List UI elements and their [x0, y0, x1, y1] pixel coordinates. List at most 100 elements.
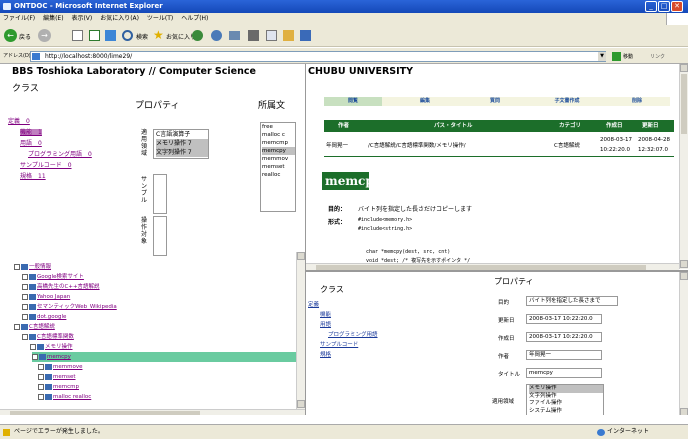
tab-child-doc[interactable]: 子文書作成	[538, 97, 596, 106]
print-icon[interactable]	[248, 30, 259, 41]
related-item[interactable]: memmov	[262, 155, 295, 163]
stop-icon[interactable]	[72, 30, 83, 41]
go-icon[interactable]	[612, 52, 621, 61]
go-label[interactable]: 移動	[623, 53, 633, 60]
tree-node[interactable]: memset	[38, 372, 76, 382]
tree-node[interactable]: C言語解説	[14, 322, 55, 332]
tree-node[interactable]: memcmp	[38, 382, 79, 392]
scroll-up-icon[interactable]	[680, 64, 688, 72]
apply-option-selected[interactable]: メモリ操作 7	[156, 139, 208, 148]
home-icon[interactable]	[105, 30, 116, 41]
scroll-down-icon[interactable]	[680, 260, 688, 268]
author-field[interactable]: 年岡晃一	[526, 350, 602, 360]
expand-icon[interactable]	[38, 383, 44, 390]
menu-favorites[interactable]: お気に入り(A)	[100, 15, 139, 22]
related-item[interactable]: memcmp	[262, 139, 295, 147]
lower-apply-listbox[interactable]: メモリ操作 文字列操作 ファイル操作 システム操作	[526, 384, 604, 415]
back-label[interactable]: 戻る	[19, 32, 31, 41]
tree-node[interactable]: 一般情報	[14, 262, 51, 272]
expand-icon[interactable]	[22, 313, 28, 320]
apply-option[interactable]: システム操作	[529, 408, 603, 416]
title-field[interactable]: memcpy	[526, 368, 602, 378]
refresh-icon[interactable]	[89, 30, 100, 41]
minimize-button[interactable]: _	[645, 1, 657, 12]
class-item[interactable]: 定義 0	[8, 116, 92, 127]
class-item-selected[interactable]: 機能 1	[20, 129, 42, 136]
links-label[interactable]: リンク	[650, 53, 665, 60]
messenger-icon[interactable]	[300, 30, 311, 41]
expand-icon[interactable]	[22, 283, 28, 290]
doc-horizontal-scrollbar[interactable]	[306, 263, 679, 270]
tree-node[interactable]: 高橋先生のC++言語解説	[22, 282, 100, 292]
lower-class-item[interactable]: 用語	[308, 320, 378, 330]
apply-option[interactable]: C言語演算子	[156, 130, 208, 139]
menu-help[interactable]: ヘルプ(H)	[181, 15, 208, 22]
class-item[interactable]: 用語 0	[8, 138, 92, 149]
expand-icon[interactable]	[22, 303, 28, 310]
created-field[interactable]: 2008-03-17 10:22:20.0	[526, 332, 602, 342]
sample-listbox[interactable]	[153, 174, 167, 214]
tab-view[interactable]: 閲覧	[324, 97, 382, 106]
apply-listbox[interactable]: C言語演算子 メモリ操作 7 文字列操作 7	[153, 129, 209, 159]
lower-class-item[interactable]: プログラミング用語	[308, 330, 378, 340]
tree-node[interactable]: memmove	[38, 362, 82, 372]
class-item[interactable]: サンプルコード 0	[8, 160, 92, 171]
scroll-up-icon[interactable]	[297, 252, 305, 260]
expand-icon[interactable]	[22, 273, 28, 280]
menu-tools[interactable]: ツール(T)	[147, 15, 173, 22]
warning-icon[interactable]	[3, 429, 10, 436]
related-item[interactable]: free	[262, 123, 295, 131]
tree-node[interactable]: Yahoo Japan	[22, 292, 70, 302]
tree-node[interactable]: Google検索サイト	[22, 272, 84, 282]
scroll-up-icon[interactable]	[680, 272, 688, 280]
forward-icon[interactable]: →	[38, 29, 51, 42]
maximize-button[interactable]: □	[658, 1, 670, 12]
menu-edit[interactable]: 編集(E)	[43, 15, 63, 22]
tree-node-label[interactable]: memmove	[53, 364, 82, 370]
operation-listbox[interactable]	[153, 216, 167, 256]
lower-class-item[interactable]: 規格	[308, 350, 378, 360]
lower-vertical-scrollbar[interactable]	[679, 272, 688, 415]
tab-question[interactable]: 質問	[466, 97, 524, 106]
tree-node-label[interactable]: memcpy	[47, 354, 71, 360]
tab-edit[interactable]: 編集	[396, 97, 454, 106]
apply-option[interactable]: 文字列操作	[529, 393, 603, 401]
lower-class-item[interactable]: サンプルコード	[308, 340, 378, 350]
tree-node-label[interactable]: メモリ操作	[45, 344, 73, 350]
apply-option-selected[interactable]: メモリ操作	[529, 385, 603, 393]
tree-node-label[interactable]: 高橋先生のC++言語解説	[37, 284, 100, 290]
purpose-field[interactable]: バイト列を指定した長さまで	[526, 296, 618, 306]
expand-icon[interactable]	[38, 393, 44, 400]
expand-icon[interactable]	[30, 343, 36, 350]
search-icon[interactable]	[122, 30, 133, 41]
tree-node-label[interactable]: dot.google	[37, 314, 66, 320]
tree-node[interactable]: malloc realloc	[38, 392, 91, 402]
doc-vertical-scrollbar[interactable]	[679, 64, 688, 269]
expand-icon[interactable]	[14, 323, 20, 330]
favorites-icon[interactable]: ★	[153, 29, 164, 41]
tree-node[interactable]: メモリ操作	[30, 342, 73, 352]
lower-class-item[interactable]: 機能	[308, 310, 378, 320]
related-item[interactable]: malloc c	[262, 131, 295, 139]
close-button[interactable]: ✕	[671, 1, 683, 12]
related-item[interactable]: realloc	[262, 171, 295, 179]
apply-option-selected[interactable]: 文字列操作 7	[156, 148, 208, 157]
tree-node-label[interactable]: セマンティックWeb_Wikipedia	[37, 304, 117, 310]
class-item[interactable]: プログラミング用語 0	[8, 149, 92, 160]
expand-icon[interactable]	[38, 363, 44, 370]
tree-vertical-scrollbar[interactable]	[296, 252, 305, 409]
tree-node-label[interactable]: C言語解説	[29, 324, 55, 330]
scroll-thumb[interactable]	[10, 411, 200, 415]
history-icon[interactable]	[211, 30, 222, 41]
address-input[interactable]: http://localhost:8000/lime29/	[30, 51, 606, 62]
menu-view[interactable]: 表示(V)	[71, 15, 92, 22]
updated-field[interactable]: 2008-03-17 10:22:20.0	[526, 314, 602, 324]
related-item[interactable]: memset	[262, 163, 295, 171]
discuss-icon[interactable]	[283, 30, 294, 41]
tree-node-selected[interactable]: memcpy	[32, 352, 296, 362]
expand-icon[interactable]	[22, 333, 28, 340]
scroll-down-icon[interactable]	[680, 408, 688, 415]
tree-node-label[interactable]: Google検索サイト	[37, 274, 84, 280]
tree-node-label[interactable]: memcmp	[53, 384, 79, 390]
tree-node-label[interactable]: Yahoo Japan	[37, 294, 70, 300]
